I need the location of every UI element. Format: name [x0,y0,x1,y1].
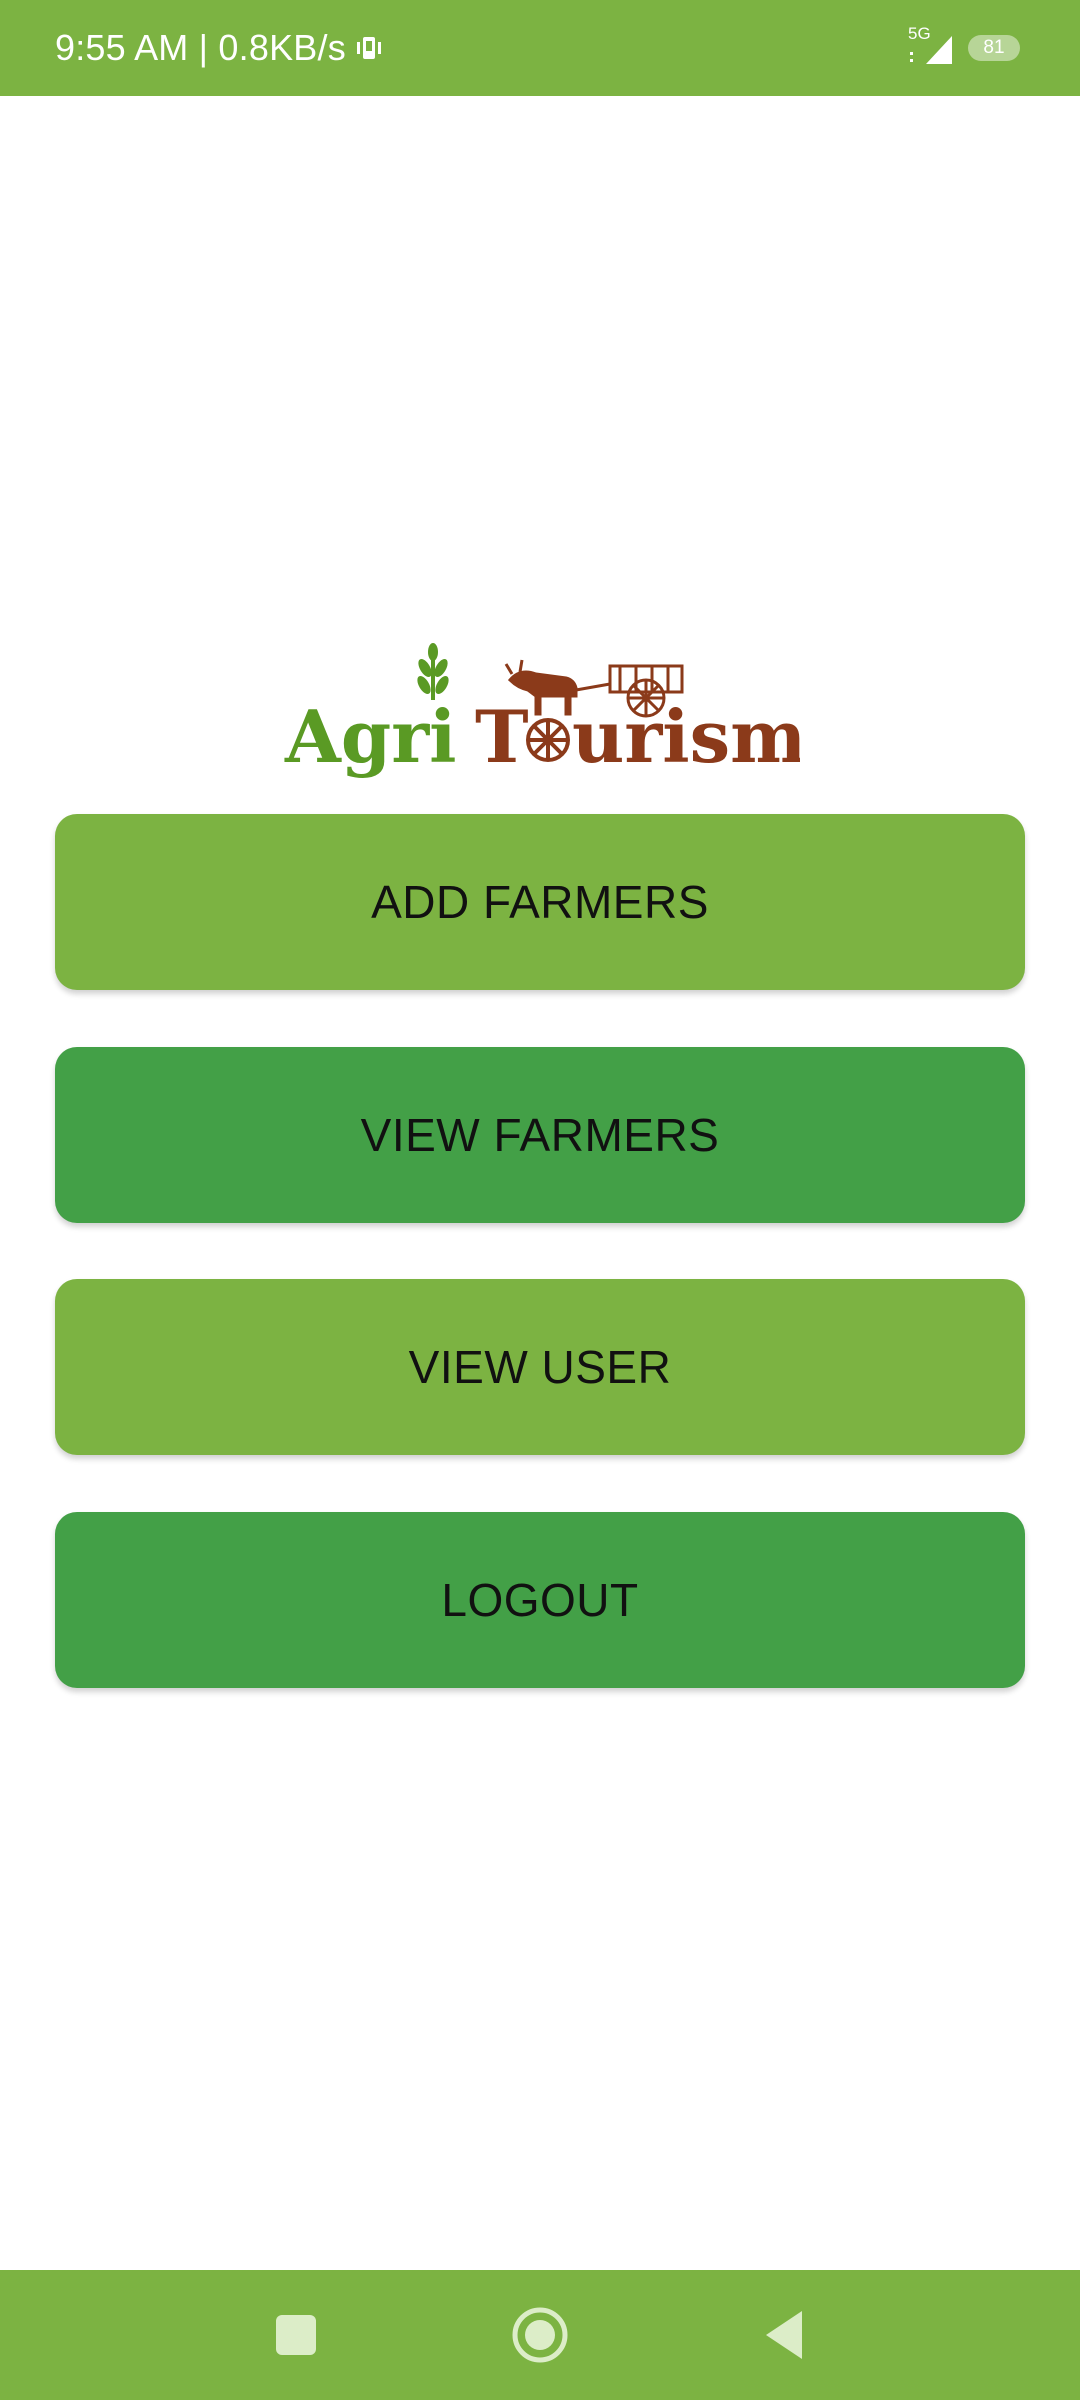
status-left: 9:55 AM | 0.8KB/s [55,0,384,96]
status-time-speed: 9:55 AM | 0.8KB/s [55,27,346,68]
view-farmers-button[interactable]: VIEW FARMERS [55,1047,1025,1223]
battery-icon: 81 [968,35,1020,61]
logo-text-agri: Agri [284,694,457,779]
view-farmers-label: VIEW FARMERS [360,1109,720,1161]
wheel-icon [526,718,570,762]
back-triangle-icon [766,2311,802,2359]
logout-label: LOGOUT [441,1574,639,1626]
vibrate-icon [356,37,381,59]
battery-level: 81 [983,37,1005,58]
add-farmers-label: ADD FARMERS [371,876,709,928]
recents-button[interactable] [236,2270,356,2400]
logo-text-t: T [475,694,529,779]
agri-tourism-logo: Agri T urism [284,643,800,779]
back-button[interactable] [724,2270,844,2400]
home-button[interactable] [480,2270,600,2400]
logo-text-urism: urism [572,694,800,779]
status-bar: 9:55 AM | 0.8KB/s 5G 81 [0,0,1080,96]
status-right: 5G 81 [908,0,1020,96]
logout-button[interactable]: LOGOUT [55,1512,1025,1688]
add-farmers-button[interactable]: ADD FARMERS [55,814,1025,990]
signal-icon: 5G [908,24,954,68]
network-label: 5G [908,24,931,43]
view-user-label: VIEW USER [408,1341,672,1393]
view-user-button[interactable]: VIEW USER [55,1279,1025,1455]
sprout-icon [417,643,449,700]
home-circle-icon [512,2307,568,2363]
navigation-bar [0,2270,1080,2400]
recents-square-icon [276,2315,316,2355]
